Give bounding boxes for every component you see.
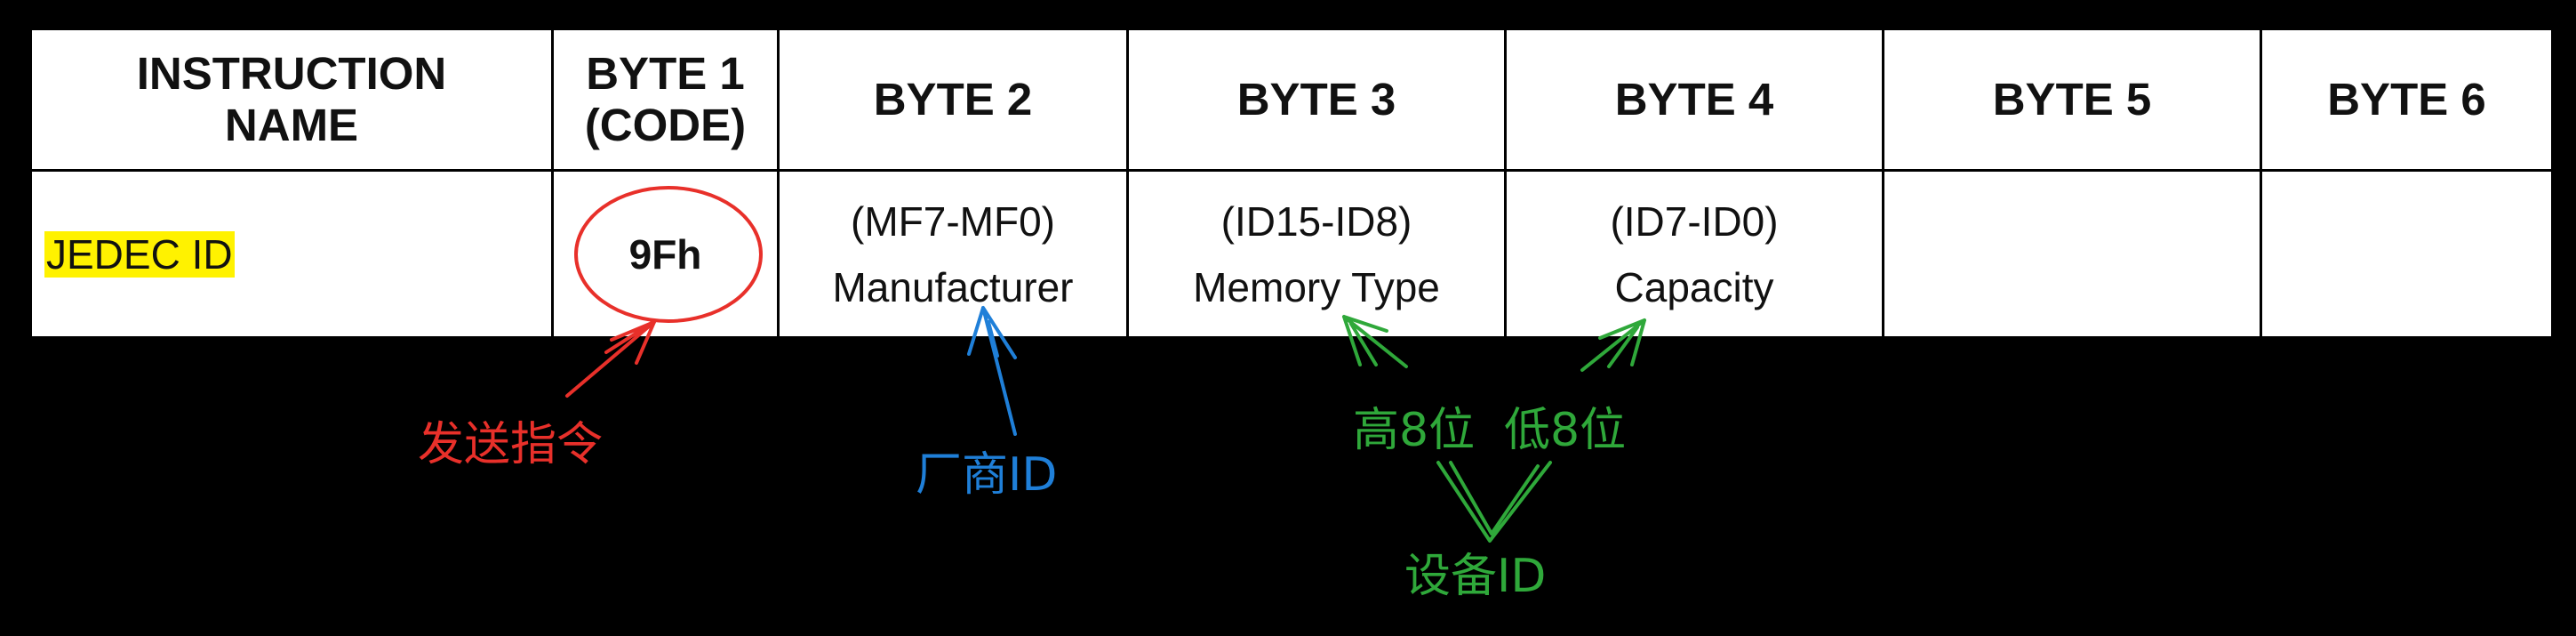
device-id-v-mark	[1436, 461, 1552, 543]
code-circle-mark	[574, 186, 763, 323]
manufacturer-marks	[967, 306, 1017, 436]
annotation-device-id: 设备ID	[1404, 550, 1547, 603]
annotation-high-8-bits: 高8位	[1353, 404, 1476, 457]
low-bits-arrow	[1580, 318, 1646, 372]
annotation-manufacturer-id: 厂商ID	[916, 448, 1058, 502]
send-command-arrow	[565, 320, 656, 398]
annotation-send-command: 发送指令	[418, 418, 604, 471]
send-command-marks	[565, 186, 763, 398]
manufacturer-arrow	[967, 306, 1017, 436]
annotation-low-8-bits: 低8位	[1504, 404, 1627, 457]
annotation-overlay	[565, 186, 1646, 543]
high-bits-arrow	[1342, 315, 1408, 368]
